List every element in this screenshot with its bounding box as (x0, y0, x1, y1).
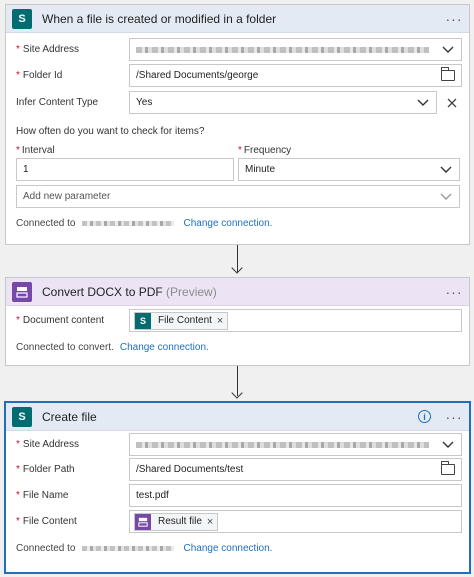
file-content-label: File Content (22, 516, 77, 527)
flow-arrow-head (231, 387, 243, 399)
interval-value: 1 (23, 164, 29, 175)
document-content-row: * Document content S File Content × (16, 309, 462, 332)
trigger-title: When a file is created or modified in a … (42, 11, 277, 26)
flow-arrow-head (231, 262, 243, 274)
trigger-card-header[interactable]: S When a file is created or modified in … (6, 5, 469, 33)
interval-input[interactable]: 1 (16, 158, 234, 181)
redacted-value (136, 46, 429, 53)
file-name-label: File Name (22, 490, 69, 501)
site-address-dropdown[interactable] (129, 38, 462, 61)
chevron-down-icon (441, 43, 455, 57)
folder-path-label: Folder Path (22, 464, 75, 475)
create-file-card: S Create file i ··· * Site Address * Folde… (5, 402, 470, 573)
convert-connection-info: Connected to convert. Change connection. (16, 342, 209, 353)
infer-content-type-dropdown[interactable]: Yes (129, 91, 437, 114)
frequency-dropdown[interactable]: Minute (238, 158, 460, 181)
folder-id-value: /Shared Documents/george (136, 70, 259, 81)
remove-parameter-icon[interactable] (445, 96, 459, 110)
sharepoint-icon: S (12, 8, 32, 29)
file-content-token[interactable]: S File Content × (134, 311, 229, 330)
result-file-token-label: Result file (158, 516, 202, 527)
interval-label: Interval (21, 145, 55, 156)
frequency-value: Minute (245, 164, 276, 175)
converter-icon (135, 513, 151, 530)
convert-card-header[interactable]: Convert DOCX to PDF (Preview) ··· (6, 278, 469, 306)
site-address-label: Site Address (22, 44, 80, 55)
convert-card: Convert DOCX to PDF (Preview) ··· * Docum… (5, 277, 470, 366)
site-address-row: * Site Address (16, 38, 462, 61)
folder-icon[interactable] (440, 67, 455, 81)
add-parameter-dropdown[interactable]: Add new parameter (16, 185, 460, 208)
redacted-connection (81, 221, 174, 226)
folder-icon[interactable] (440, 461, 455, 475)
folder-id-label: Folder Id (22, 70, 63, 81)
file-content-input[interactable]: Result file × (129, 510, 462, 533)
remove-token-icon[interactable]: × (217, 315, 223, 327)
chevron-down-icon (441, 438, 455, 452)
info-icon[interactable]: i (418, 410, 431, 423)
infer-content-type-label: Infer Content Type (16, 97, 99, 108)
change-connection-link[interactable]: Change connection. (184, 218, 273, 229)
file-content-row: * File Content Result file × (16, 510, 462, 533)
preview-tag: (Preview) (166, 284, 217, 299)
change-connection-link[interactable]: Change connection. (184, 543, 273, 554)
more-options-icon[interactable]: ··· (445, 11, 463, 27)
file-name-value: test.pdf (136, 490, 169, 501)
sharepoint-icon: S (135, 312, 151, 329)
create-connection-info: Connected to Change connection. (16, 543, 272, 554)
file-content-token-label: File Content (158, 315, 212, 326)
create-site-address-label: Site Address (22, 439, 80, 450)
file-name-row: * File Name test.pdf (16, 484, 462, 507)
add-parameter-placeholder: Add new parameter (23, 191, 111, 202)
redacted-value (136, 441, 429, 448)
folder-path-input[interactable]: /Shared Documents/test (129, 458, 462, 481)
redacted-connection (81, 546, 174, 551)
convert-title: Convert DOCX to PDF (42, 284, 163, 299)
infer-content-type-row: Infer Content Type Yes (16, 91, 459, 114)
chevron-down-icon (439, 163, 453, 177)
sharepoint-icon: S (12, 406, 32, 427)
change-connection-link[interactable]: Change connection. (120, 342, 209, 353)
convert-connected-text: Connected to convert. (16, 342, 114, 353)
more-options-icon[interactable]: ··· (445, 409, 463, 425)
folder-path-row: * Folder Path /Shared Documents/test (16, 458, 462, 481)
file-name-input[interactable]: test.pdf (129, 484, 462, 507)
trigger-card: S When a file is created or modified in … (5, 4, 470, 245)
document-content-input[interactable]: S File Content × (129, 309, 462, 332)
trigger-connection-info: Connected to Change connection. (16, 218, 272, 229)
create-file-title: Create file (42, 409, 97, 424)
result-file-token[interactable]: Result file × (134, 512, 219, 531)
remove-token-icon[interactable]: × (207, 516, 213, 528)
create-file-card-header[interactable]: S Create file i ··· (6, 403, 469, 431)
frequency-question: How often do you want to check for items… (16, 126, 205, 137)
chevron-down-icon (439, 190, 453, 204)
chevron-down-icon (416, 96, 430, 110)
folder-path-value: /Shared Documents/test (136, 464, 244, 475)
create-site-address-dropdown[interactable] (129, 433, 462, 456)
folder-id-input[interactable]: /Shared Documents/george (129, 64, 462, 87)
more-options-icon[interactable]: ··· (445, 284, 463, 300)
converter-icon (12, 281, 32, 302)
folder-id-row: * Folder Id /Shared Documents/george (16, 64, 462, 87)
document-content-label: Document content (22, 315, 105, 326)
connected-prefix: Connected to (16, 218, 76, 229)
create-site-address-row: * Site Address (16, 433, 462, 456)
frequency-label: Frequency (243, 145, 292, 156)
infer-content-type-value: Yes (136, 97, 153, 108)
connected-prefix: Connected to (16, 543, 76, 554)
